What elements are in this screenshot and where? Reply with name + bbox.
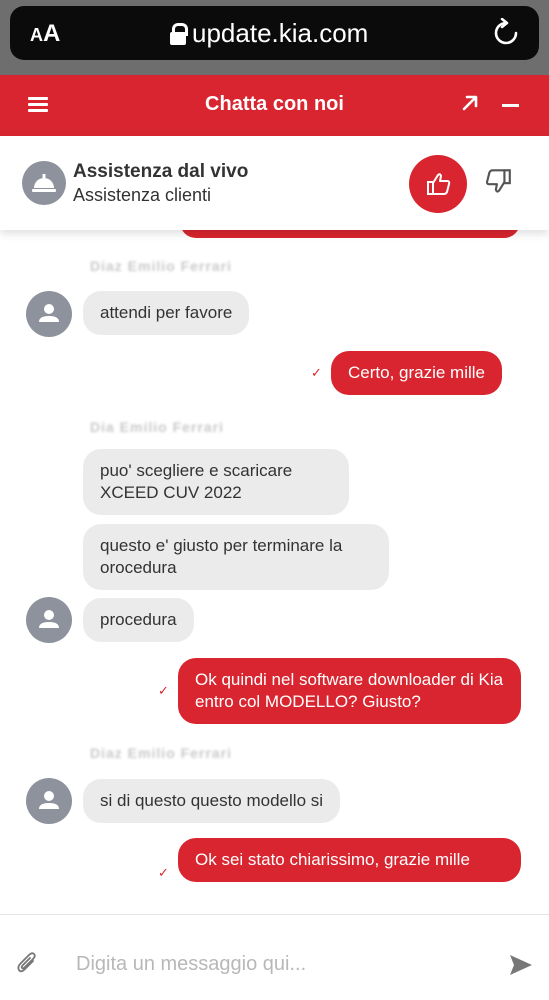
user-message: Ok sei stato chiarissimo, grazie mille [178, 838, 521, 882]
url-display[interactable]: update.kia.com [170, 18, 368, 49]
text-size-button[interactable]: AA [30, 20, 60, 48]
user-icon [39, 791, 59, 809]
agent-avatar [26, 291, 72, 337]
reload-icon[interactable] [493, 17, 519, 51]
minimize-icon[interactable] [502, 104, 519, 107]
chat-header: Chatta con noi [0, 75, 549, 136]
agent-role: Assistenza clienti [73, 185, 212, 205]
user-icon [39, 304, 59, 322]
check-icon: ✓ [158, 683, 169, 698]
previous-user-bubble [180, 230, 520, 238]
agent-label: Dia Emilio Ferrari [90, 419, 224, 435]
agent-avatar [22, 161, 66, 205]
expand-icon[interactable] [460, 93, 480, 118]
thumbs-up-button[interactable] [409, 155, 467, 213]
address-bar[interactable]: AA update.kia.com [10, 6, 539, 60]
agent-info-bar: Assistenza dal vivo Assistenza clienti [0, 136, 549, 230]
agent-avatar [26, 597, 72, 643]
message-input[interactable] [66, 949, 486, 979]
check-icon: ✓ [311, 365, 322, 380]
agent-name: Assistenza dal vivo [73, 161, 249, 182]
message-composer [0, 914, 549, 1000]
check-icon: ✓ [158, 865, 169, 880]
thumbs-down-button[interactable] [483, 166, 513, 201]
thumbs-up-icon [427, 173, 451, 195]
agent-avatar [26, 778, 72, 824]
agent-message: si di questo questo modello si [83, 779, 341, 823]
agent-label: Diaz Emilio Ferrari [90, 745, 232, 761]
agent-message: attendi per favore [83, 291, 250, 335]
user-message: Ok quindi nel software downloader di Kia… [178, 658, 521, 724]
user-icon [39, 610, 59, 628]
lock-icon [170, 22, 188, 45]
agent-message: procedura [83, 598, 194, 642]
agent-message: questo e' giusto per terminare la oroced… [83, 524, 389, 590]
browser-toolbar: AA update.kia.com [0, 0, 549, 75]
bell-icon [32, 174, 56, 192]
agent-label: Diaz Emilio Ferrari [90, 258, 232, 274]
url-text: update.kia.com [192, 18, 369, 48]
thumbs-down-icon [485, 169, 511, 193]
paperclip-icon[interactable] [16, 950, 38, 981]
agent-message: puo' scegliere e scaricare XCEED CUV 202… [83, 449, 349, 515]
user-message: Certo, grazie mille [331, 351, 502, 395]
send-icon[interactable] [508, 953, 534, 982]
chat-transcript[interactable]: Diaz Emilio Ferrari attendi per favore ✓… [0, 230, 549, 914]
